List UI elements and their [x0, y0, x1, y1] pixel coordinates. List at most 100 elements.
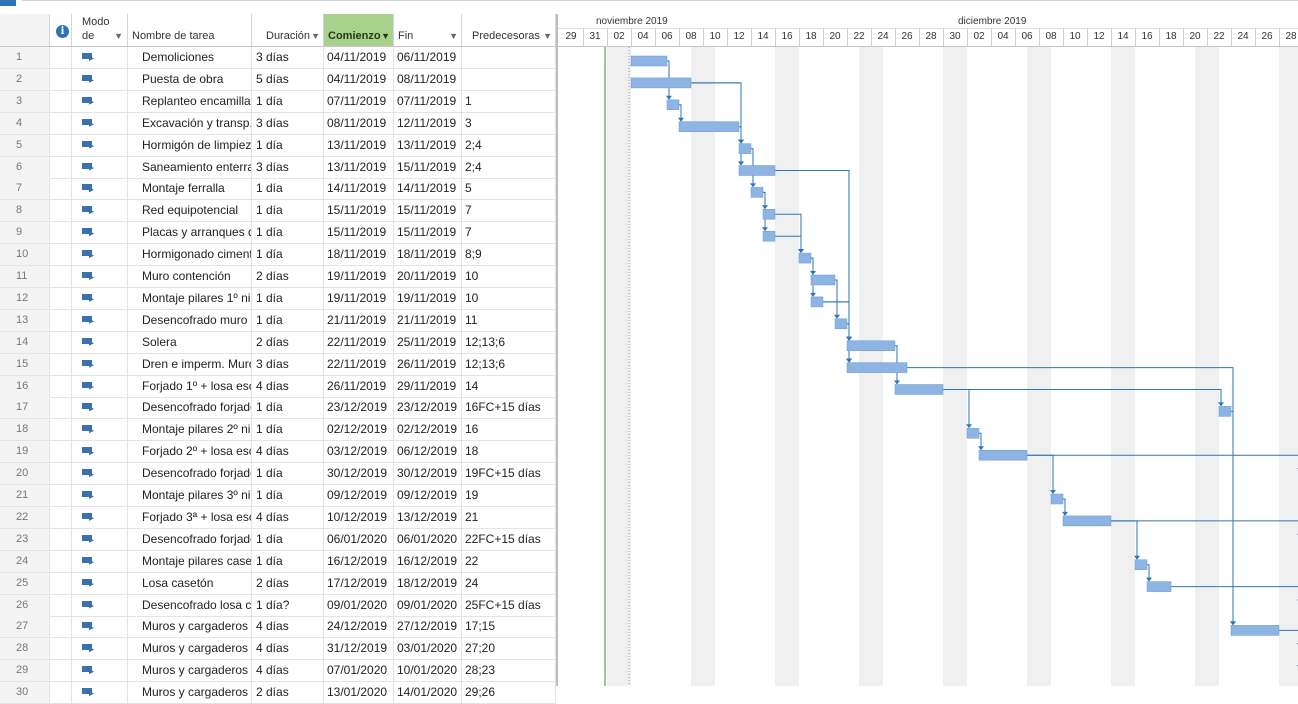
task-end[interactable]: 26/11/2019 [394, 353, 462, 375]
task-predecessors[interactable]: 22FC+15 días [462, 528, 556, 550]
task-mode-cell[interactable] [72, 616, 128, 638]
task-predecessors[interactable] [462, 68, 556, 90]
task-start[interactable]: 24/12/2019 [324, 616, 394, 638]
task-duration[interactable]: 1 día [252, 178, 324, 200]
row-number[interactable]: 10 [0, 244, 50, 266]
row-number[interactable]: 22 [0, 506, 50, 528]
row-number[interactable]: 16 [0, 375, 50, 397]
task-predecessors[interactable]: 28;23 [462, 660, 556, 682]
task-mode-cell[interactable] [72, 506, 128, 528]
task-name[interactable]: Solera [128, 331, 252, 353]
column-header-duration[interactable]: Duración ▼ [252, 14, 324, 46]
task-predecessors[interactable]: 5 [462, 178, 556, 200]
task-mode-cell[interactable] [72, 244, 128, 266]
gantt-chart[interactable]: noviembre 2019 diciembre 2019 29 31 02 04 06 0… [556, 14, 1298, 686]
table-row[interactable]: 26 Desencofrado losa ca 1 día? 09/01/202… [0, 594, 556, 617]
task-name[interactable]: Placas y arranques de [128, 222, 252, 244]
task-duration[interactable]: 3 días [252, 156, 324, 178]
table-row[interactable]: 17 Desencofrado forjado 1 día 23/12/2019… [0, 397, 556, 420]
task-mode-cell[interactable] [72, 419, 128, 441]
table-row[interactable]: 21 Montaje pilares 3º ni 1 día 09/12/201… [0, 485, 556, 507]
table-row[interactable]: 16 Forjado 1º + losa esca 4 días 26/11/2… [0, 375, 556, 398]
task-mode-cell[interactable] [72, 178, 128, 200]
task-duration[interactable]: 2 días [252, 266, 324, 287]
table-row[interactable]: 10 Hormigonado ciment 1 día 18/11/2019 1… [0, 244, 556, 267]
task-start[interactable]: 30/12/2019 [324, 463, 394, 485]
task-predecessors[interactable]: 24 [462, 572, 556, 594]
task-end[interactable]: 15/11/2019 [394, 200, 462, 222]
task-duration[interactable]: 4 días [252, 616, 324, 638]
task-end[interactable]: 13/11/2019 [394, 134, 462, 156]
row-number[interactable]: 29 [0, 660, 50, 682]
task-name[interactable]: Montaje pilares 3º ni [128, 485, 252, 506]
row-number[interactable]: 14 [0, 331, 50, 353]
task-mode-cell[interactable] [72, 528, 128, 550]
row-number[interactable]: 1 [0, 47, 50, 68]
task-name[interactable]: Montaje ferralla [128, 178, 252, 200]
task-end[interactable]: 09/01/2020 [394, 594, 462, 616]
task-duration[interactable]: 1 día [252, 309, 324, 331]
task-name[interactable]: Muros y cargaderos 2 [128, 638, 252, 660]
row-number[interactable]: 17 [0, 397, 50, 419]
task-name[interactable]: Desencofrado forjado [128, 463, 252, 485]
task-name[interactable]: Desencofrado forjado [128, 397, 252, 419]
task-start[interactable]: 26/11/2019 [324, 375, 394, 397]
task-start[interactable]: 22/11/2019 [324, 353, 394, 375]
task-name[interactable]: Red equipotencial [128, 200, 252, 222]
task-name[interactable]: Forjado 2º + losa esca [128, 441, 252, 463]
task-start[interactable]: 07/01/2020 [324, 660, 394, 682]
table-row[interactable]: 12 Montaje pilares 1º ni 1 día 19/11/201… [0, 287, 556, 310]
task-end[interactable]: 09/12/2019 [394, 485, 462, 506]
task-start[interactable]: 17/12/2019 [324, 572, 394, 594]
table-row[interactable]: 6 Saneamiento enterra 3 días 13/11/2019 … [0, 156, 556, 179]
row-number[interactable]: 20 [0, 463, 50, 485]
table-row[interactable]: 11 Muro contención 2 días 19/11/2019 20/… [0, 266, 556, 288]
table-row[interactable]: 24 Montaje pilares case 1 día 16/12/2019… [0, 550, 556, 573]
row-number[interactable]: 19 [0, 441, 50, 463]
row-number[interactable]: 11 [0, 266, 50, 287]
row-number[interactable]: 4 [0, 112, 50, 134]
task-mode-cell[interactable] [72, 112, 128, 134]
task-end[interactable]: 14/01/2020 [394, 682, 462, 704]
task-mode-cell[interactable] [72, 353, 128, 375]
task-duration[interactable]: 5 días [252, 68, 324, 90]
task-duration[interactable]: 2 días [252, 331, 324, 353]
row-number[interactable]: 7 [0, 178, 50, 200]
task-name[interactable]: Muros y cargaderos 1 [128, 616, 252, 638]
task-end[interactable]: 25/11/2019 [394, 331, 462, 353]
column-header-start[interactable]: Comienzo ▼ [324, 14, 394, 46]
dropdown-arrow-icon[interactable]: ▼ [381, 31, 390, 41]
task-end[interactable]: 13/12/2019 [394, 506, 462, 528]
task-duration[interactable]: 1 día [252, 485, 324, 506]
table-row[interactable]: 18 Montaje pilares 2º ni 1 día 02/12/201… [0, 419, 556, 442]
task-duration[interactable]: 1 día [252, 419, 324, 441]
row-number[interactable]: 30 [0, 682, 50, 704]
task-end[interactable]: 06/12/2019 [394, 441, 462, 463]
task-mode-cell[interactable] [72, 572, 128, 594]
dropdown-arrow-icon[interactable]: ▼ [114, 31, 123, 41]
task-start[interactable]: 04/11/2019 [324, 47, 394, 68]
task-start[interactable]: 09/12/2019 [324, 485, 394, 506]
row-number[interactable]: 26 [0, 594, 50, 616]
task-duration[interactable]: 2 días [252, 572, 324, 594]
task-name[interactable]: Muros y cargaderos c [128, 682, 252, 704]
task-mode-cell[interactable] [72, 485, 128, 506]
task-predecessors[interactable]: 2;4 [462, 156, 556, 178]
task-name[interactable]: Hormigonado ciment [128, 244, 252, 266]
task-end[interactable]: 06/01/2020 [394, 528, 462, 550]
table-row[interactable]: 20 Desencofrado forjado 1 día 30/12/2019… [0, 463, 556, 486]
task-name[interactable]: Hormigón de limpiez [128, 134, 252, 156]
task-start[interactable]: 15/11/2019 [324, 222, 394, 244]
task-start[interactable]: 19/11/2019 [324, 266, 394, 287]
task-end[interactable]: 30/12/2019 [394, 463, 462, 485]
column-header-mode[interactable]: Modo de ▼ [72, 14, 128, 46]
row-number[interactable]: 18 [0, 419, 50, 441]
task-start[interactable]: 15/11/2019 [324, 200, 394, 222]
task-name[interactable]: Forjado 1º + losa esca [128, 375, 252, 397]
task-end[interactable]: 15/11/2019 [394, 222, 462, 244]
task-predecessors[interactable]: 7 [462, 222, 556, 244]
row-number[interactable]: 25 [0, 572, 50, 594]
task-mode-cell[interactable] [72, 463, 128, 485]
task-start[interactable]: 10/12/2019 [324, 506, 394, 528]
task-name[interactable]: Demoliciones [128, 47, 252, 68]
